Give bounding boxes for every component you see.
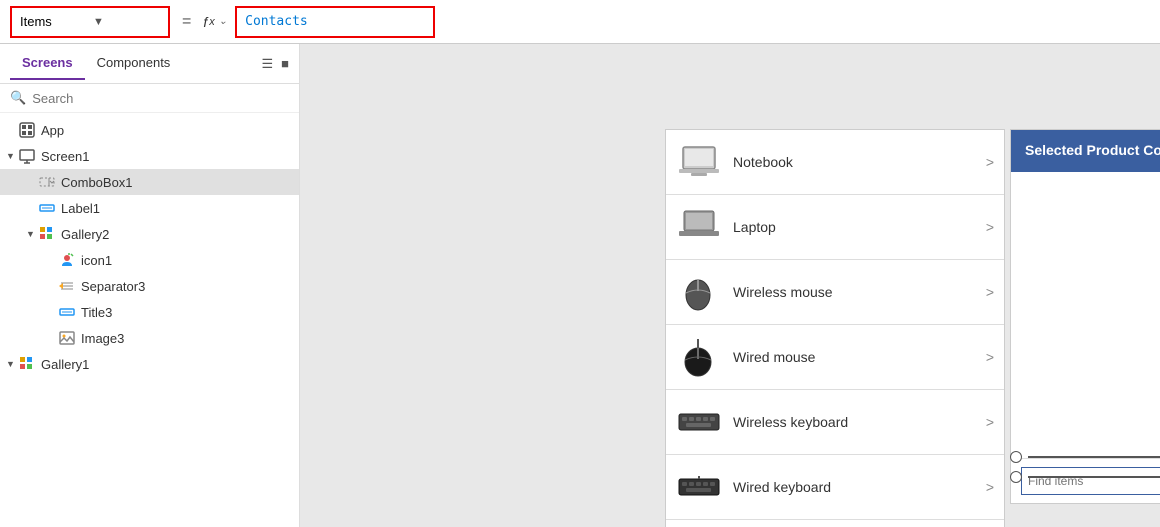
fx-sub: x xyxy=(209,16,215,28)
gallery-item-wired-keyboard[interactable]: Wired keyboard > xyxy=(666,455,1004,520)
tree-label-app: App xyxy=(41,123,64,138)
sidebar-item-icon1[interactable]: icon1 xyxy=(0,247,299,273)
tree-label-image3: Image3 xyxy=(81,331,124,346)
toolbar: Items ▼ = fx ⌄ Contacts xyxy=(0,0,1160,44)
sidebar-item-separator3[interactable]: Separator3 xyxy=(0,273,299,299)
gallery-item-img-laptop xyxy=(676,207,721,247)
gallery-item-wireless-mouse[interactable]: Wireless mouse > xyxy=(666,260,1004,325)
sidebar-tabs: Screens Components ☰ ■ xyxy=(0,44,299,84)
product-panel-title: Selected Product Contacts xyxy=(1025,142,1160,158)
formula-bar[interactable]: Contacts xyxy=(235,6,435,38)
gallery-item-img-wired-keyboard xyxy=(676,467,721,507)
drag-handles xyxy=(1010,451,1160,483)
sidebar-item-combobox1[interactable]: ComboBox1 xyxy=(0,169,299,195)
drag-track-bottom xyxy=(1028,476,1160,478)
items-select-label: Items xyxy=(20,14,87,29)
tab-components[interactable]: Components xyxy=(85,47,183,80)
drag-track-top xyxy=(1028,456,1160,458)
gallery-item-arrow-wireless-mouse: > xyxy=(986,284,994,300)
search-icon: 🔍 xyxy=(10,90,26,106)
gallery-item-label-wired-keyboard: Wired keyboard xyxy=(733,479,986,495)
drag-line-top xyxy=(1010,451,1160,463)
sidebar-item-label1[interactable]: Label1 xyxy=(0,195,299,221)
gallery-item-laptop[interactable]: Laptop > xyxy=(666,195,1004,260)
tree-icon-separator3 xyxy=(58,277,76,295)
gallery-item-img-wireless-keyboard xyxy=(676,402,721,442)
tree-label-separator3: Separator3 xyxy=(81,279,145,294)
items-select[interactable]: Items ▼ xyxy=(10,6,170,38)
items-select-chevron[interactable]: ▼ xyxy=(93,16,160,28)
sidebar-item-image3[interactable]: Image3 xyxy=(0,325,299,351)
tree-arrow-gallery1[interactable]: ▼ xyxy=(6,359,18,369)
product-panel-header: Selected Product Contacts ✕ xyxy=(1011,130,1160,170)
sidebar-tree: App ▼ Screen1 ComboBox1 Label1 ▼ Gallery2 icon1… xyxy=(0,113,299,527)
gallery-item-arrow-laptop: > xyxy=(986,219,994,235)
gallery-item-label-laptop: Laptop xyxy=(733,219,986,235)
fx-button[interactable]: fx ⌄ xyxy=(203,14,227,30)
gallery-item-label-wireless-keyboard: Wireless keyboard xyxy=(733,414,986,430)
gallery-item-label-notebook: Notebook xyxy=(733,154,986,170)
gallery-item-arrow-notebook: > xyxy=(986,154,994,170)
gallery-item-img-notebook xyxy=(676,142,721,182)
gallery-item-img-wired-mouse xyxy=(676,337,721,377)
gallery-item-wireless-keyboard[interactable]: Wireless keyboard > xyxy=(666,390,1004,455)
gallery-item-arrow-wired-keyboard: > xyxy=(986,479,994,495)
grid-view-icon[interactable]: ■ xyxy=(281,56,289,71)
gallery-item-arrow-wireless-keyboard: > xyxy=(986,414,994,430)
drag-handle-left-top[interactable] xyxy=(1010,451,1022,463)
equals-symbol: = xyxy=(178,13,195,31)
list-view-icon[interactable]: ☰ xyxy=(261,56,273,72)
sidebar-item-screen1[interactable]: ▼ Screen1 xyxy=(0,143,299,169)
sidebar-search-bar: 🔍 xyxy=(0,84,299,113)
tree-icon-label1 xyxy=(38,199,56,217)
tree-icon-combobox1 xyxy=(38,173,56,191)
gallery-item-arrow-wired-mouse: > xyxy=(986,349,994,365)
tree-icon-icon1 xyxy=(58,251,76,269)
sidebar-item-app[interactable]: App xyxy=(0,117,299,143)
tree-label-title3: Title3 xyxy=(81,305,112,320)
canvas: Notebook > Laptop > Wireless mouse > Wir… xyxy=(300,44,1160,527)
formula-value: Contacts xyxy=(245,14,308,29)
tree-icon-image3 xyxy=(58,329,76,347)
product-panel: Selected Product Contacts ✕ ▼ xyxy=(1010,129,1160,504)
tree-label-gallery1: Gallery1 xyxy=(41,357,89,372)
gallery-item-label-wired-mouse: Wired mouse xyxy=(733,349,986,365)
fx-chevron-icon: ⌄ xyxy=(219,16,227,27)
tree-label-combobox1: ComboBox1 xyxy=(61,175,133,190)
sidebar-item-gallery2[interactable]: ▼ Gallery2 xyxy=(0,221,299,247)
gallery-item-label-wireless-mouse: Wireless mouse xyxy=(733,284,986,300)
drag-line-bottom xyxy=(1010,471,1160,483)
tree-icon-screen1 xyxy=(18,147,36,165)
tree-icon-gallery1 xyxy=(18,355,36,373)
fx-label: f xyxy=(203,14,207,30)
tree-icon-app xyxy=(18,121,36,139)
tree-label-label1: Label1 xyxy=(61,201,100,216)
sidebar-item-title3[interactable]: Title3 xyxy=(0,299,299,325)
tree-icon-title3 xyxy=(58,303,76,321)
gallery-item-img-wireless-mouse xyxy=(676,272,721,312)
tree-arrow-screen1[interactable]: ▼ xyxy=(6,151,18,161)
tree-label-icon1: icon1 xyxy=(81,253,112,268)
sidebar-tab-icons: ☰ ■ xyxy=(261,56,289,72)
main-area: Screens Components ☰ ■ 🔍 App ▼ Screen1 Comb… xyxy=(0,44,1160,527)
sidebar-item-gallery1[interactable]: ▼ Gallery1 xyxy=(0,351,299,377)
tree-label-gallery2: Gallery2 xyxy=(61,227,109,242)
tree-arrow-gallery2[interactable]: ▼ xyxy=(26,229,38,239)
tree-icon-gallery2 xyxy=(38,225,56,243)
drag-handle-left-bottom[interactable] xyxy=(1010,471,1022,483)
product-panel-body xyxy=(1011,170,1160,458)
sidebar: Screens Components ☰ ■ 🔍 App ▼ Screen1 Comb… xyxy=(0,44,300,527)
gallery-item-notebook[interactable]: Notebook > xyxy=(666,130,1004,195)
tab-screens[interactable]: Screens xyxy=(10,47,85,80)
tree-label-screen1: Screen1 xyxy=(41,149,89,164)
gallery-widget: Notebook > Laptop > Wireless mouse > Wir… xyxy=(665,129,1005,527)
search-input[interactable] xyxy=(32,91,289,106)
gallery-item-wired-mouse[interactable]: Wired mouse > xyxy=(666,325,1004,390)
